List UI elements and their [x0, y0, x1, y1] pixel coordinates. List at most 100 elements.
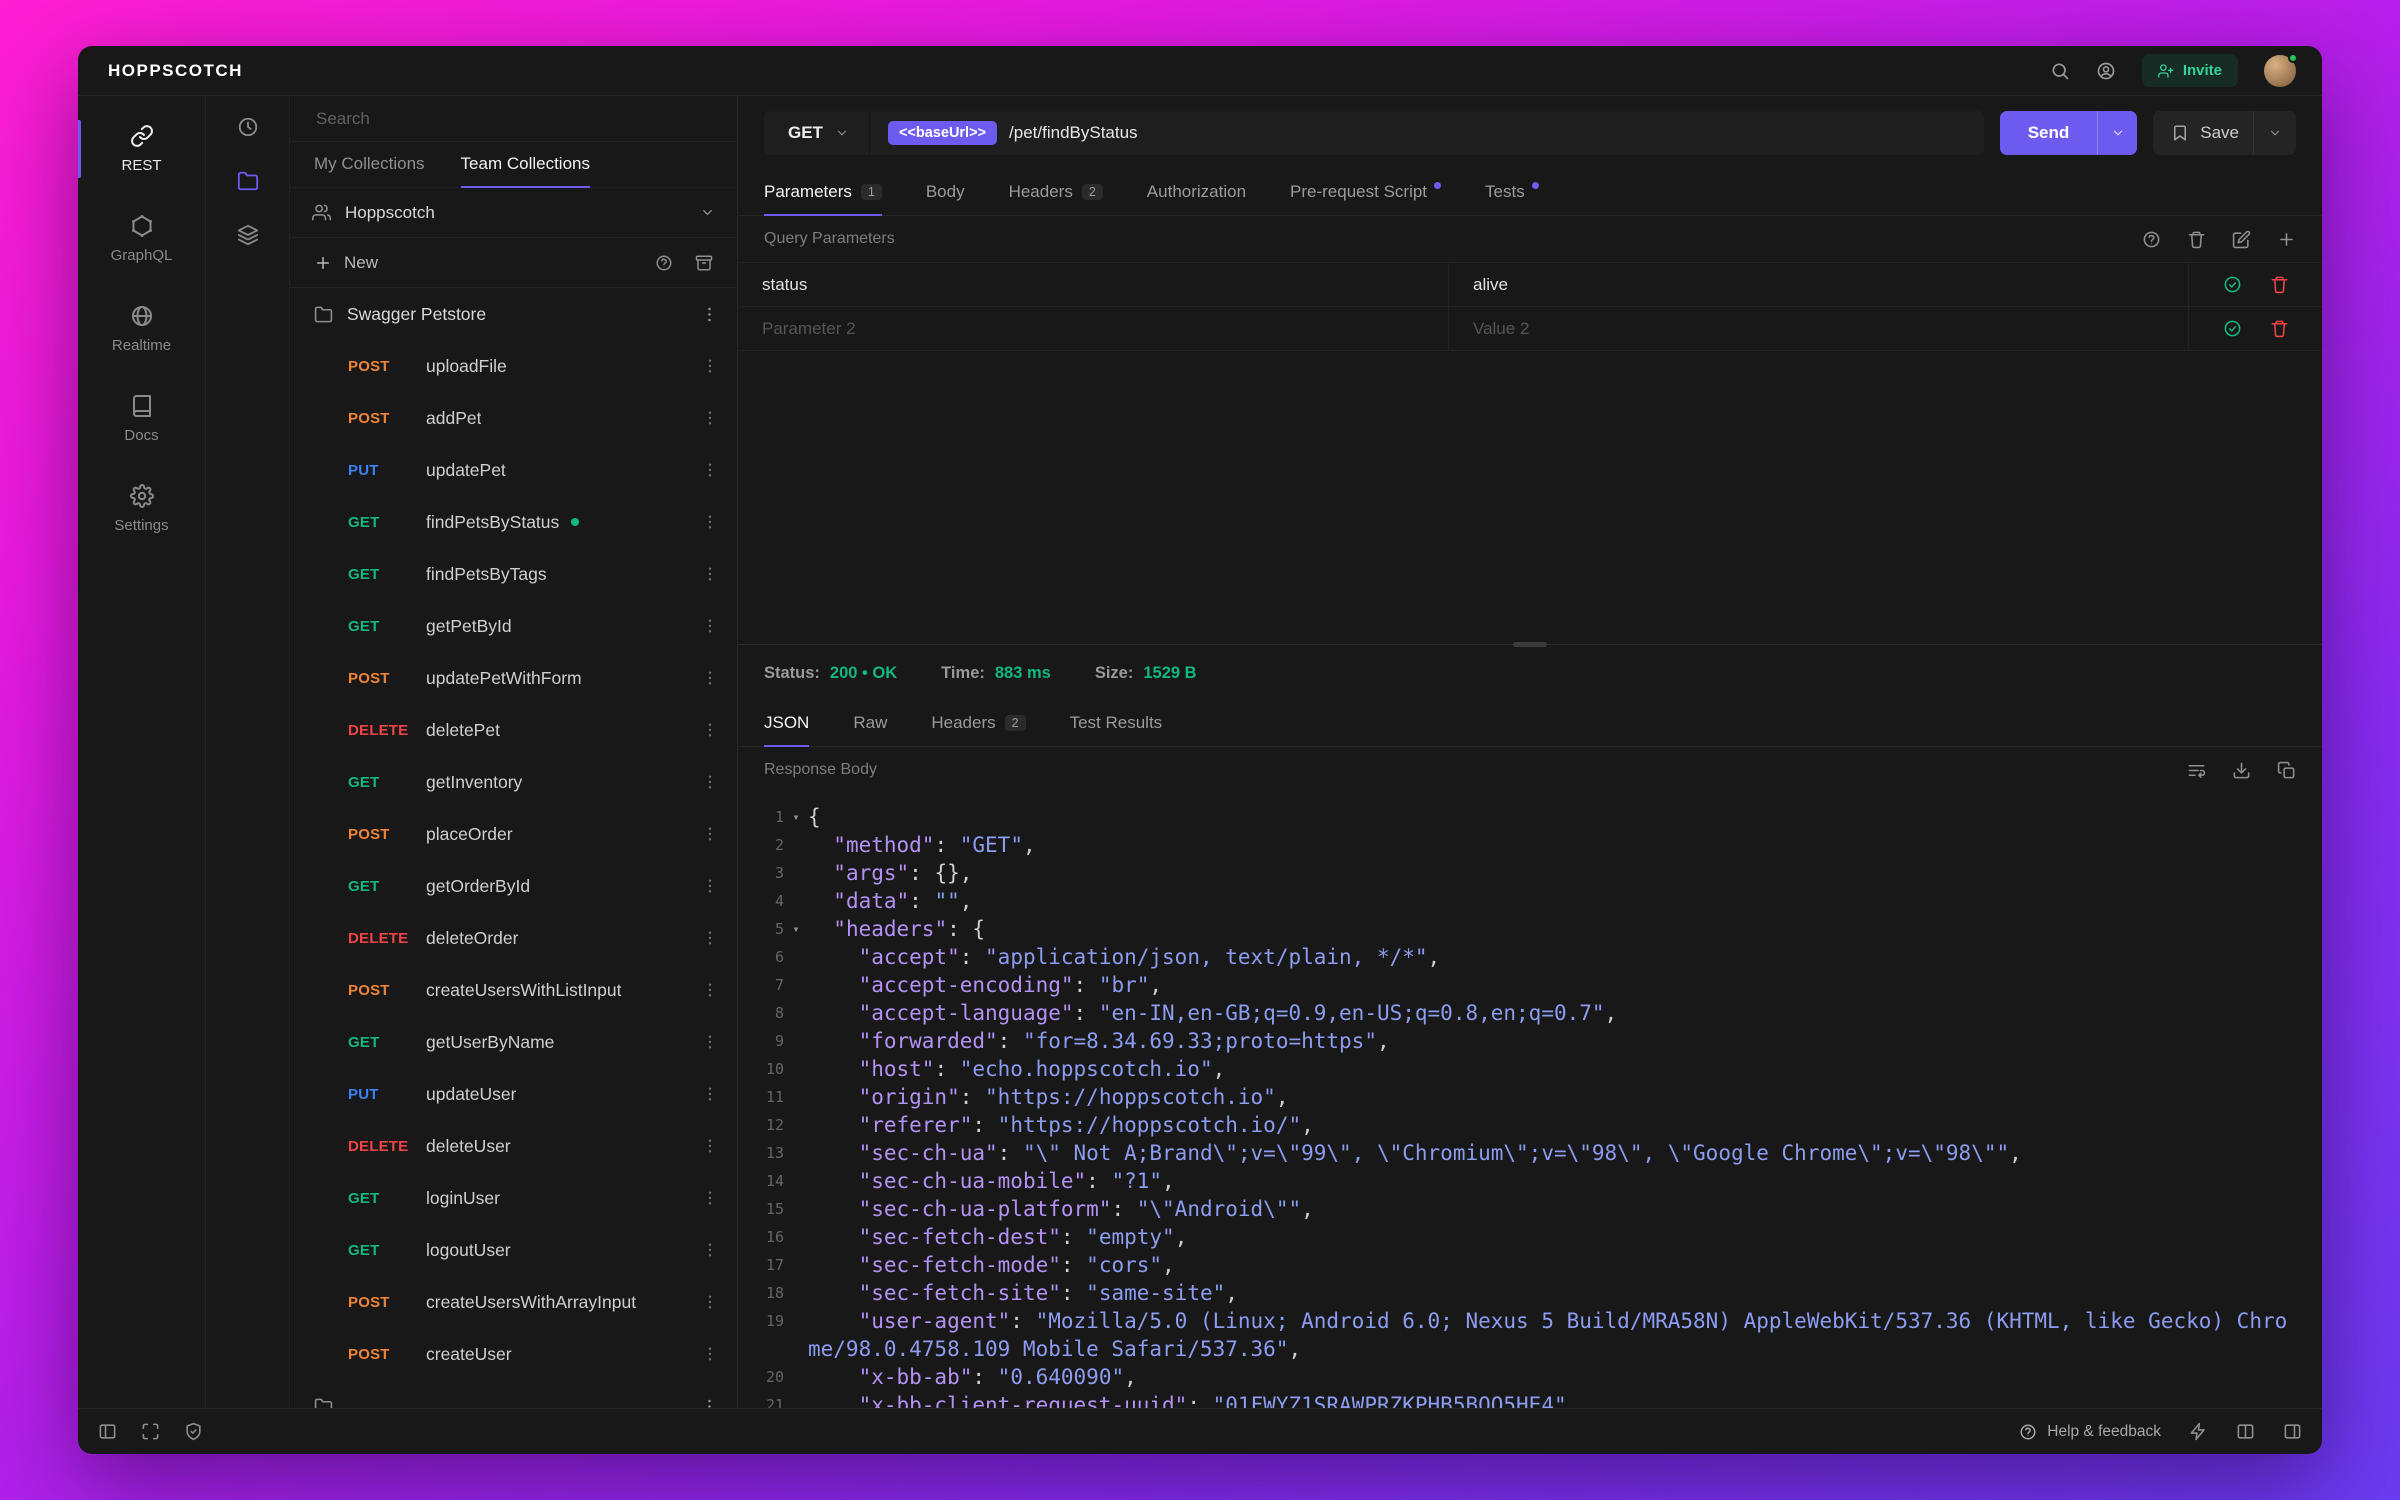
request-row[interactable]: GET loginUser: [290, 1172, 737, 1224]
kebab-menu-icon[interactable]: [701, 1241, 719, 1259]
shield-check-icon[interactable]: [184, 1422, 203, 1441]
team-selector[interactable]: Hoppscotch: [290, 188, 737, 238]
request-row[interactable]: GET findPetsByTags: [290, 548, 737, 600]
nav-item-settings[interactable]: Settings: [78, 464, 205, 554]
nav-item-graphql[interactable]: GraphQL: [78, 194, 205, 284]
kebab-menu-icon[interactable]: [701, 721, 719, 739]
response-tab-json[interactable]: JSON: [764, 701, 810, 747]
import-export-icon[interactable]: [695, 254, 713, 272]
line-number[interactable]: 15: [738, 1195, 784, 1223]
kebab-menu-icon[interactable]: [701, 1033, 719, 1051]
nav-item-rest[interactable]: REST: [78, 104, 205, 194]
param-toggle-button[interactable]: [2223, 275, 2242, 294]
line-number[interactable]: 12: [738, 1111, 784, 1139]
line-number[interactable]: 14: [738, 1167, 784, 1195]
kebab-menu-icon[interactable]: [701, 565, 719, 583]
nav-item-realtime[interactable]: Realtime: [78, 284, 205, 374]
sidebar-tab-environments[interactable]: [237, 224, 259, 246]
request-tab-tests[interactable]: Tests: [1485, 170, 1539, 216]
pane-resize-handle[interactable]: [1513, 642, 1547, 647]
request-row[interactable]: POST placeOrder: [290, 808, 737, 860]
request-row[interactable]: GET getUserByName: [290, 1016, 737, 1068]
collection-folder-row-partial[interactable]: [290, 1380, 737, 1408]
zap-icon[interactable]: [2189, 1422, 2208, 1441]
tab-my-collections[interactable]: My Collections: [314, 142, 425, 188]
sidebar-tab-history[interactable]: [237, 116, 259, 138]
param-delete-button[interactable]: [2270, 275, 2289, 294]
wrap-lines-icon[interactable]: [2187, 761, 2206, 780]
request-row[interactable]: POST createUsersWithListInput: [290, 964, 737, 1016]
save-button[interactable]: Save: [2153, 111, 2296, 155]
add-param-icon[interactable]: [2277, 230, 2296, 249]
param-key-field[interactable]: Parameter 2: [738, 307, 1448, 350]
search-icon[interactable]: [2050, 61, 2070, 81]
nav-item-docs[interactable]: Docs: [78, 374, 205, 464]
new-collection-label[interactable]: New: [344, 253, 378, 273]
line-number[interactable]: 13: [738, 1139, 784, 1167]
line-number[interactable]: 5: [738, 915, 784, 943]
line-number[interactable]: 16: [738, 1223, 784, 1251]
kebab-menu-icon[interactable]: [701, 1293, 719, 1311]
kebab-menu-icon[interactable]: [701, 1085, 719, 1103]
method-selector[interactable]: GET: [764, 111, 870, 155]
kebab-menu-icon[interactable]: [701, 877, 719, 895]
line-number[interactable]: 20: [738, 1363, 784, 1391]
kebab-menu-icon[interactable]: [701, 617, 719, 635]
line-number[interactable]: 4: [738, 887, 784, 915]
response-tab-raw[interactable]: Raw: [853, 701, 887, 747]
line-number[interactable]: 21: [738, 1391, 784, 1408]
request-row[interactable]: DELETE deleteUser: [290, 1120, 737, 1172]
account-icon[interactable]: [2096, 61, 2116, 81]
response-body-editor[interactable]: 1 ▾ { 2 "method": "GET", 3 "args": {}, 4…: [738, 793, 2322, 1408]
line-number[interactable]: 6: [738, 943, 784, 971]
kebab-menu-icon[interactable]: [701, 409, 719, 427]
request-row[interactable]: PUT updatePet: [290, 444, 737, 496]
response-tab-test-results[interactable]: Test Results: [1070, 701, 1163, 747]
kebab-menu-icon[interactable]: [701, 513, 719, 531]
kebab-menu-icon[interactable]: [701, 1137, 719, 1155]
fold-arrow-icon[interactable]: ▾: [784, 915, 808, 943]
param-toggle-button[interactable]: [2223, 319, 2242, 338]
plus-icon[interactable]: [314, 254, 332, 272]
param-key-field[interactable]: status: [738, 263, 1448, 306]
request-row[interactable]: GET logoutUser: [290, 1224, 737, 1276]
request-row[interactable]: GET getOrderById: [290, 860, 737, 912]
send-button[interactable]: Send: [1999, 111, 2098, 155]
help-icon[interactable]: [655, 254, 673, 272]
line-number[interactable]: 11: [738, 1083, 784, 1111]
line-number[interactable]: 10: [738, 1055, 784, 1083]
request-row[interactable]: DELETE deleteOrder: [290, 912, 737, 964]
kebab-menu-icon[interactable]: [701, 773, 719, 791]
request-row[interactable]: GET getPetById: [290, 600, 737, 652]
param-value-field[interactable]: Value 2: [1448, 307, 2188, 350]
sidebar-tab-collections[interactable]: [237, 170, 259, 192]
request-row[interactable]: PUT updateUser: [290, 1068, 737, 1120]
copy-icon[interactable]: [2277, 761, 2296, 780]
collections-search-input[interactable]: [314, 107, 713, 130]
request-tab-pre-request-script[interactable]: Pre-request Script: [1290, 170, 1442, 216]
kebab-menu-icon[interactable]: [701, 825, 719, 843]
line-number[interactable]: 18: [738, 1279, 784, 1307]
request-tab-parameters[interactable]: Parameters 1: [764, 170, 882, 216]
request-row[interactable]: POST createUsersWithArrayInput: [290, 1276, 737, 1328]
request-row[interactable]: GET getInventory: [290, 756, 737, 808]
line-number[interactable]: 8: [738, 999, 784, 1027]
request-row[interactable]: POST updatePetWithForm: [290, 652, 737, 704]
user-avatar[interactable]: [2264, 52, 2298, 87]
delete-all-params-icon[interactable]: [2187, 230, 2206, 249]
columns-layout-icon[interactable]: [2236, 1422, 2255, 1441]
line-number[interactable]: 7: [738, 971, 784, 999]
fold-arrow-icon[interactable]: ▾: [784, 803, 808, 831]
invite-button[interactable]: Invite: [2141, 54, 2238, 87]
kebab-menu-icon[interactable]: [700, 305, 719, 324]
line-number[interactable]: 9: [738, 1027, 784, 1055]
panel-right-icon[interactable]: [2283, 1422, 2302, 1441]
help-icon[interactable]: [2142, 230, 2161, 249]
url-input[interactable]: <<baseUrl>> /pet/findByStatus: [870, 111, 1984, 155]
line-number[interactable]: 3: [738, 859, 784, 887]
kebab-menu-icon[interactable]: [701, 357, 719, 375]
request-row[interactable]: POST uploadFile: [290, 340, 737, 392]
save-options-button[interactable]: [2253, 111, 2296, 155]
kebab-menu-icon[interactable]: [701, 461, 719, 479]
expand-icon[interactable]: [141, 1422, 160, 1441]
